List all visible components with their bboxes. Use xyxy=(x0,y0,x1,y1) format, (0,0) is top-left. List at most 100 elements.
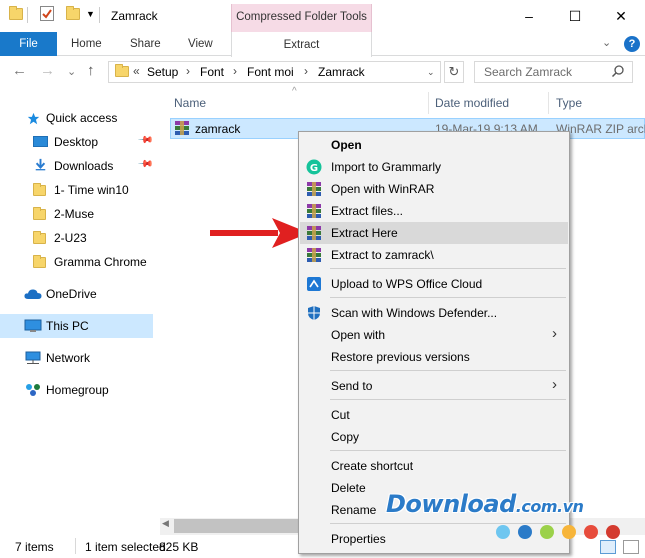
sidebar-item-desktop[interactable]: Desktop 📌 xyxy=(0,130,155,154)
sidebar-item-label: Homegroup xyxy=(46,383,109,397)
sidebar-item-label: 1- Time win10 xyxy=(54,183,129,197)
menu-item-label: Send to xyxy=(331,379,373,393)
menu-item-label: Properties xyxy=(331,532,386,546)
search-placeholder: Search Zamrack xyxy=(484,65,573,79)
arrow-annotation-icon xyxy=(210,218,309,248)
sidebar-item-homegroup[interactable]: Homegroup xyxy=(0,378,155,402)
menu-item-extract-files[interactable]: Extract files... xyxy=(300,200,568,222)
menu-item-send-to[interactable]: Send to › xyxy=(300,375,568,397)
menu-item-extract-here[interactable]: Extract Here xyxy=(300,222,568,244)
details-view-icon[interactable] xyxy=(600,540,616,554)
forward-button[interactable]: → xyxy=(40,62,55,79)
breadcrumb-setup[interactable]: Setup xyxy=(147,65,178,79)
menu-separator xyxy=(330,370,566,371)
scroll-left-icon[interactable]: ◀ xyxy=(162,518,169,529)
tab-extract[interactable]: Extract xyxy=(231,32,372,57)
scrollbar-thumb[interactable] xyxy=(174,519,304,533)
folder-icon xyxy=(9,6,23,20)
search-icon[interactable] xyxy=(611,64,625,78)
new-folder-icon[interactable] xyxy=(66,6,80,20)
menu-item-restore-previous-versions[interactable]: Restore previous versions xyxy=(300,346,568,368)
menu-item-create-shortcut[interactable]: Create shortcut xyxy=(300,455,568,477)
selection-count: 1 item selected xyxy=(85,540,166,554)
column-divider[interactable] xyxy=(428,92,429,114)
menu-item-upload-to-wps-cloud[interactable]: Upload to WPS Office Cloud xyxy=(300,273,568,295)
menu-item-scan-with-defender[interactable]: Scan with Windows Defender... xyxy=(300,302,568,324)
menu-item-copy[interactable]: Copy xyxy=(300,426,568,448)
column-divider[interactable] xyxy=(548,92,549,114)
sidebar-item-this-pc[interactable]: This PC xyxy=(0,314,153,338)
watermark-dot xyxy=(518,525,532,539)
menu-item-extract-to-folder[interactable]: Extract to zamrack\ xyxy=(300,244,568,266)
winrar-icon xyxy=(307,248,321,262)
maximize-button[interactable]: ☐ xyxy=(552,0,598,32)
tab-view[interactable]: View xyxy=(188,32,213,56)
sort-ascending-icon: ^ xyxy=(292,86,297,97)
menu-item-open[interactable]: Open xyxy=(300,134,568,156)
help-button[interactable]: ? xyxy=(624,36,640,52)
column-header-name[interactable]: Name xyxy=(174,96,206,110)
sidebar-item-onedrive[interactable]: OneDrive xyxy=(0,282,155,306)
chevron-right-icon[interactable]: › xyxy=(233,64,237,78)
chevron-right-icon[interactable]: › xyxy=(186,64,190,78)
menu-item-open-with-winrar[interactable]: Open with WinRAR xyxy=(300,178,568,200)
sidebar-item-quick-access[interactable]: Quick access xyxy=(0,106,155,130)
status-divider xyxy=(75,538,76,554)
folder-icon xyxy=(115,64,129,77)
breadcrumb-font[interactable]: Font xyxy=(200,65,224,79)
download-icon xyxy=(35,158,46,171)
menu-item-label: Import to Grammarly xyxy=(331,160,442,174)
pin-icon[interactable]: 📌 xyxy=(137,156,154,173)
winrar-icon xyxy=(307,204,321,218)
watermark-dot xyxy=(540,525,554,539)
pin-icon[interactable]: 📌 xyxy=(137,132,154,149)
wps-cloud-icon xyxy=(307,277,321,291)
menu-item-label: Extract files... xyxy=(331,204,404,218)
breadcrumb-font-moi[interactable]: Font moi xyxy=(247,65,294,79)
ribbon-expand-icon[interactable]: ⌄ xyxy=(602,36,611,49)
back-button[interactable]: ← xyxy=(12,62,27,79)
sidebar-item-folder[interactable]: 1- Time win10 xyxy=(0,178,155,202)
defender-icon xyxy=(308,306,320,320)
address-dropdown-icon[interactable]: ⌄ xyxy=(427,67,435,78)
recent-locations-button[interactable]: ⌄ xyxy=(67,65,76,78)
tab-share[interactable]: Share xyxy=(130,32,161,56)
close-button[interactable]: ✕ xyxy=(598,0,644,32)
winrar-icon xyxy=(307,182,321,196)
sidebar-item-downloads[interactable]: Downloads 📌 xyxy=(0,154,155,178)
sidebar-item-label: Desktop xyxy=(54,135,99,149)
file-name[interactable]: zamrack xyxy=(195,122,240,136)
column-header-type[interactable]: Type xyxy=(556,96,582,110)
up-button[interactable]: ↑ xyxy=(87,62,95,79)
star-icon xyxy=(27,112,40,124)
properties-icon[interactable] xyxy=(40,6,54,21)
large-icons-view-icon[interactable] xyxy=(623,540,639,554)
menu-separator xyxy=(330,523,566,524)
watermark-dot xyxy=(606,525,620,539)
refresh-button[interactable]: ↻ xyxy=(444,61,464,83)
menu-item-cut[interactable]: Cut xyxy=(300,404,568,426)
customize-toolbar-icon[interactable]: ▼ xyxy=(86,9,95,19)
breadcrumb-overflow[interactable]: « xyxy=(133,64,140,78)
tab-home[interactable]: Home xyxy=(71,32,102,56)
chevron-right-icon[interactable]: › xyxy=(304,64,308,78)
computer-icon xyxy=(24,319,42,332)
sidebar-item-network[interactable]: Network xyxy=(0,346,155,370)
menu-item-open-with[interactable]: Open with › xyxy=(300,324,568,346)
sidebar-item-label: OneDrive xyxy=(46,287,97,301)
menu-item-label: Delete xyxy=(331,481,366,495)
menu-item-label: Rename xyxy=(331,503,377,517)
breadcrumb-zamrack[interactable]: Zamrack xyxy=(318,65,365,79)
menu-item-import-to-grammarly[interactable]: G Import to Grammarly xyxy=(300,156,568,178)
minimize-button[interactable]: – xyxy=(506,0,552,32)
sidebar-item-folder[interactable]: 2-Muse xyxy=(0,202,155,226)
sidebar-item-label: Downloads xyxy=(54,159,114,173)
column-header-date-modified[interactable]: Date modified xyxy=(435,96,509,110)
tab-file[interactable]: File xyxy=(0,32,57,56)
menu-item-label: Open xyxy=(331,138,362,152)
winrar-icon xyxy=(307,226,321,240)
sidebar-item-folder[interactable]: Gramma Chrome xyxy=(0,250,155,274)
sidebar-item-folder[interactable]: 2-U23 xyxy=(0,226,155,250)
sidebar-item-label: Network xyxy=(46,351,91,365)
sidebar-item-label: 2-Muse xyxy=(54,207,95,221)
